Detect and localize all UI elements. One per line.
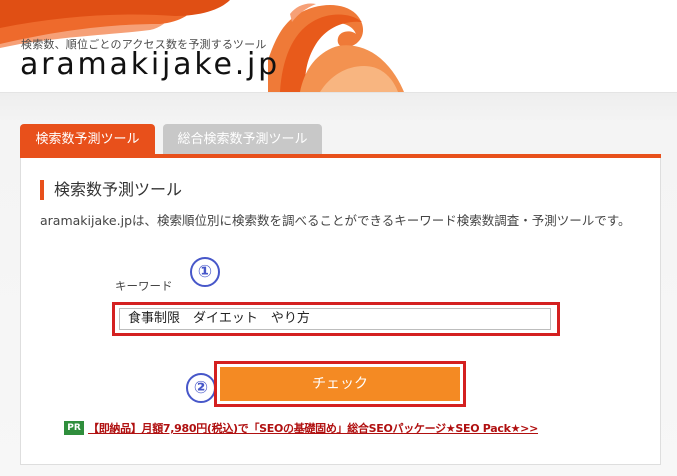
pr-badge: PR — [64, 421, 84, 435]
tab-total-search-volume-tool[interactable]: 総合検索数予測ツール — [163, 124, 322, 156]
check-highlight-box: チェック — [214, 361, 466, 407]
keyword-label: キーワード — [115, 279, 173, 293]
step-1-marker: ① — [190, 257, 220, 287]
check-button[interactable]: チェック — [220, 367, 460, 401]
tab-search-volume-tool[interactable]: 検索数予測ツール — [20, 124, 155, 156]
keyword-input[interactable] — [119, 308, 551, 330]
tool-description: aramakijake.jpは、検索順位別に検索数を調べることができるキーワード… — [40, 213, 631, 228]
section-title: 検索数予測ツール — [40, 180, 182, 200]
step-2-marker: ② — [186, 373, 216, 403]
keyword-highlight-box — [112, 302, 560, 336]
site-logo[interactable]: aramakijake.jp — [20, 48, 280, 82]
pr-ad-link[interactable]: 【即納品】月額7,980円(税込)で「SEOの基礎固め」総合SEOパッケージ★S… — [88, 420, 538, 436]
site-header: 検索数、順位ごとのアクセス数を予測するツール aramakijake.jp — [0, 0, 677, 93]
